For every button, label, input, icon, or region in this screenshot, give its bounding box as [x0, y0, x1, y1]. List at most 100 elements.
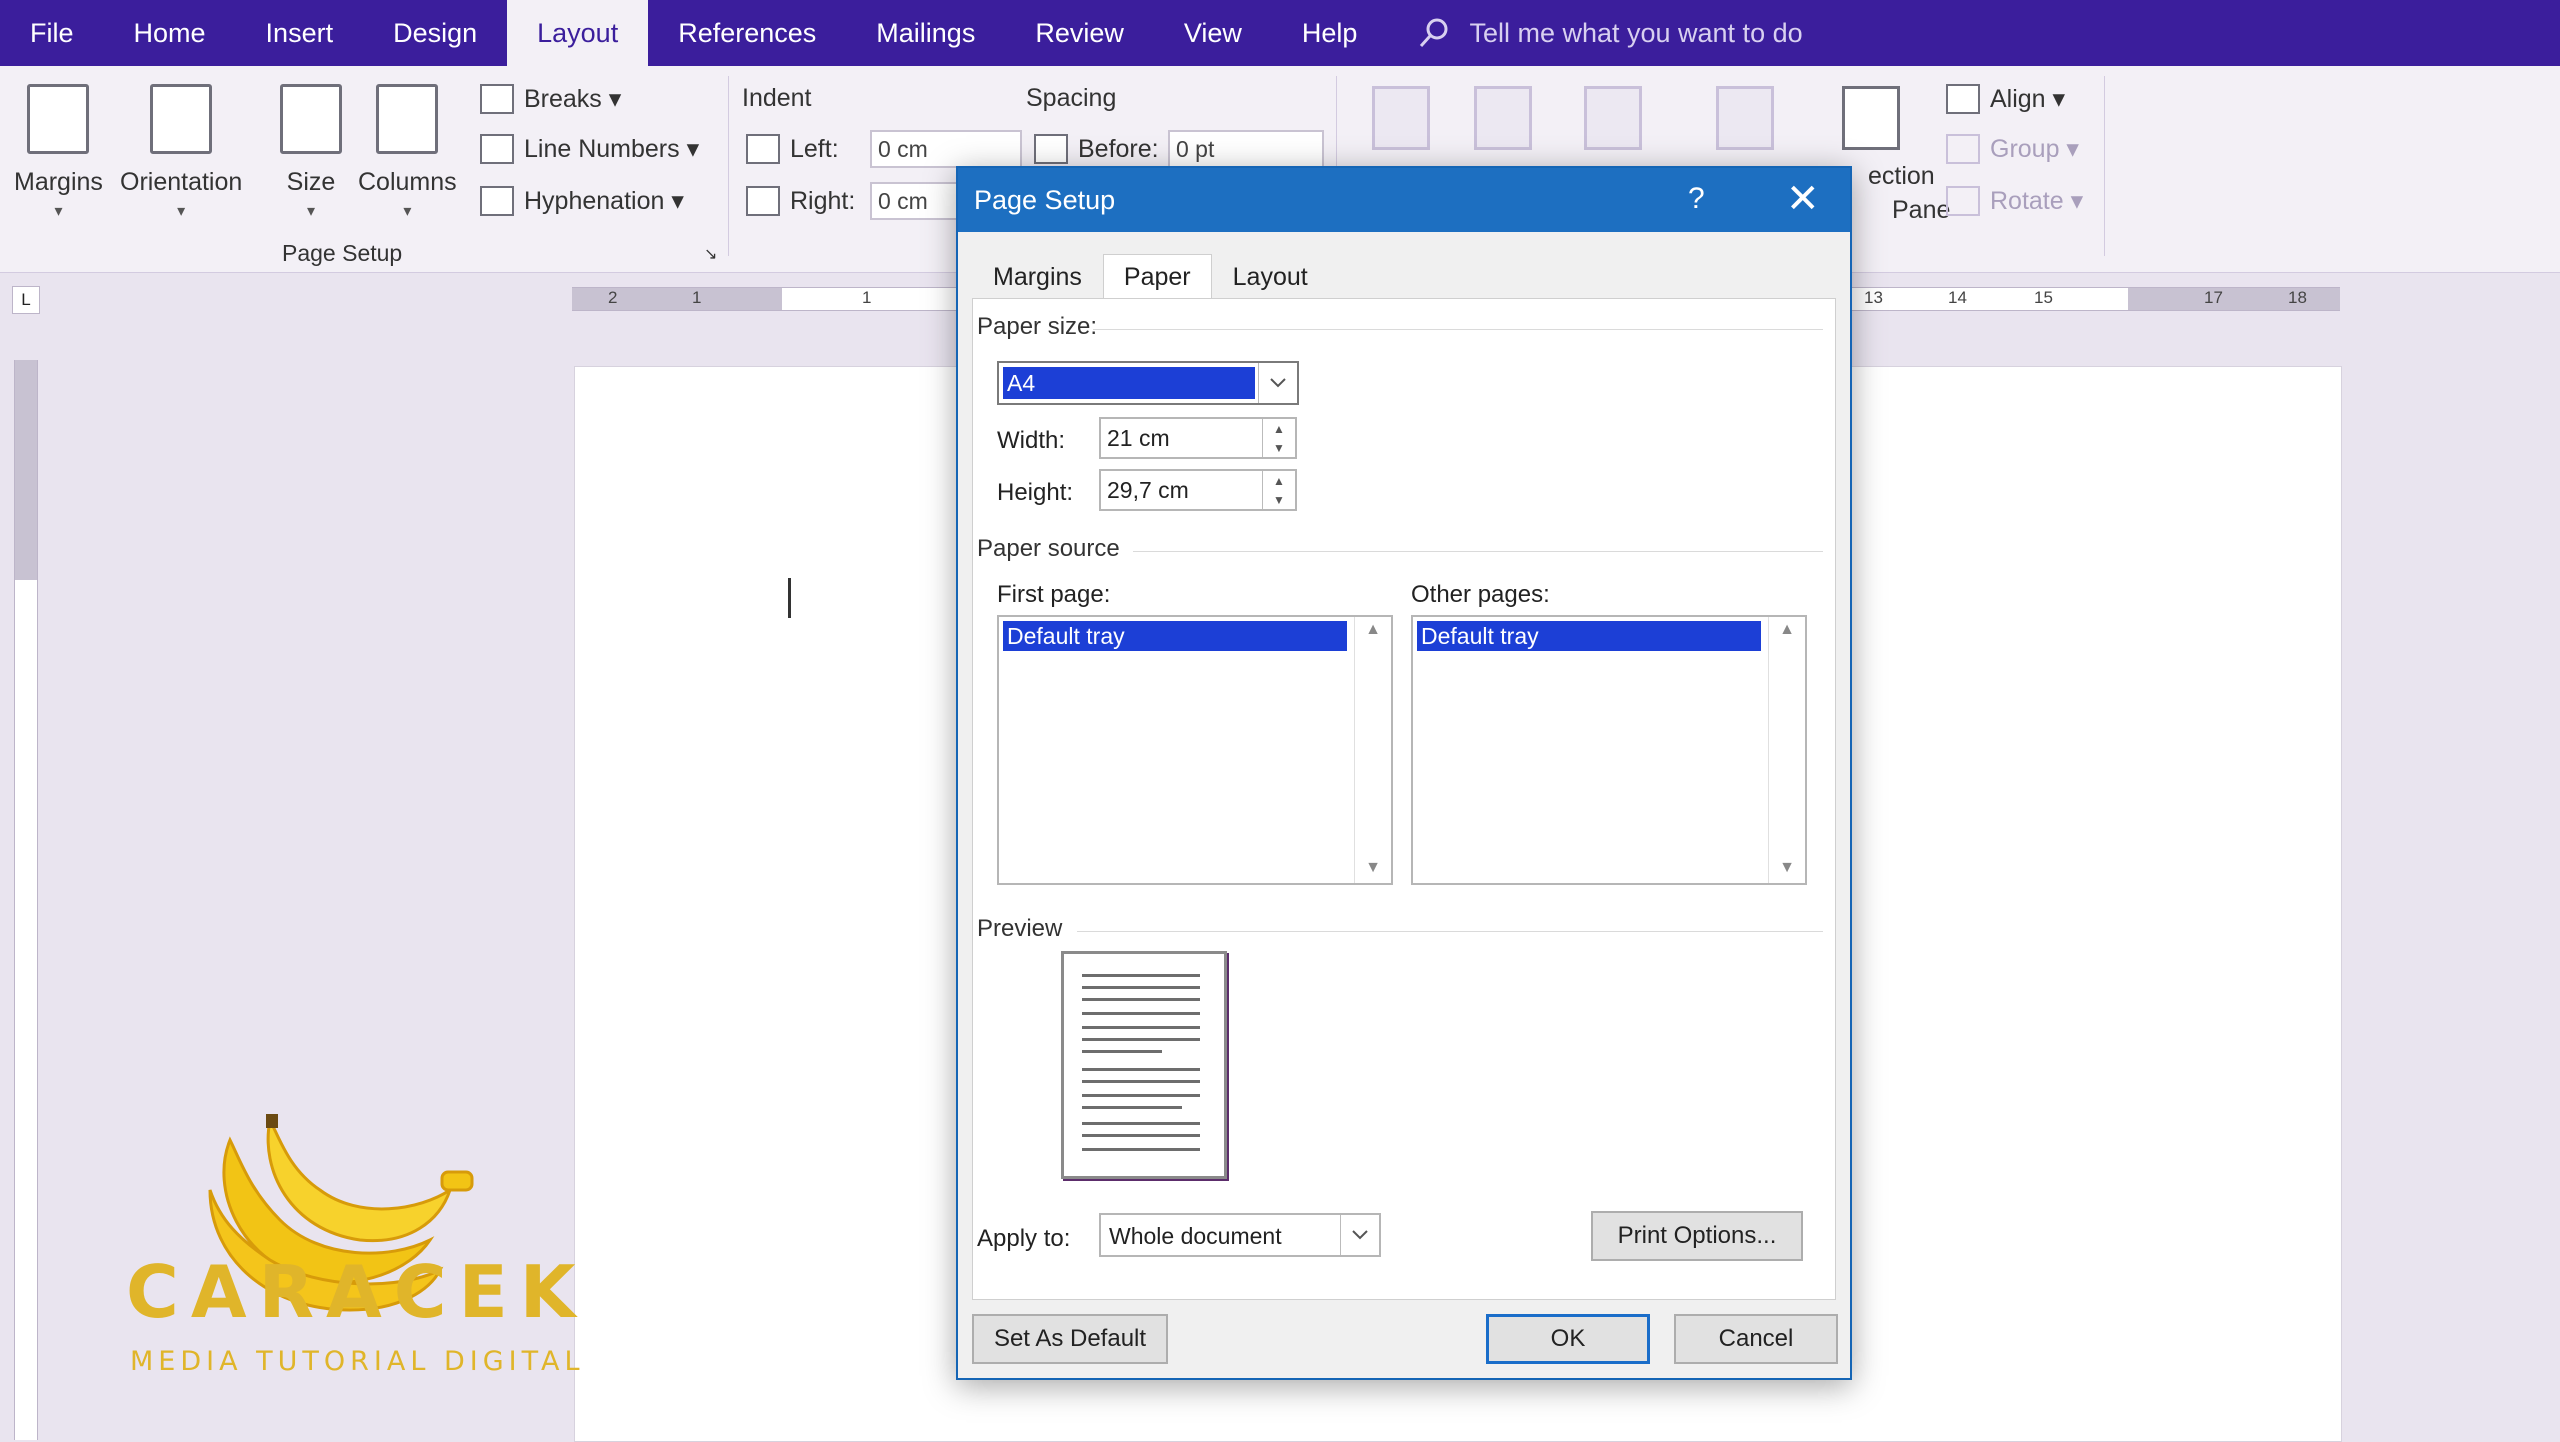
- menu-insert[interactable]: Insert: [236, 0, 364, 66]
- height-spinner[interactable]: ▲ ▼: [1262, 471, 1295, 509]
- line-numbers-label: Line Numbers: [524, 134, 680, 163]
- apply-to-select[interactable]: Whole document: [1099, 1213, 1381, 1257]
- paper-size-label: Paper size:: [977, 313, 1098, 340]
- width-field[interactable]: 21 cm ▲ ▼: [1099, 417, 1297, 459]
- preview-line: [1082, 1038, 1200, 1041]
- tab-paper[interactable]: Paper: [1102, 254, 1212, 299]
- tell-me-search[interactable]: Tell me what you want to do: [1417, 16, 1803, 50]
- hyphenation-button[interactable]: Hyphenation ▾: [480, 186, 684, 216]
- dialog-title: Page Setup: [974, 184, 1116, 215]
- spacing-heading: Spacing: [1026, 84, 1117, 112]
- paper-size-value: A4: [1003, 367, 1255, 399]
- other-pages-scrollbar[interactable]: ▲ ▼: [1768, 617, 1805, 883]
- preview-line: [1082, 1094, 1200, 1097]
- close-icon[interactable]: ✕: [1786, 176, 1820, 222]
- watermark-subtitle: MEDIA TUTORIAL DIGITAL: [130, 1346, 585, 1377]
- menu-help[interactable]: Help: [1272, 0, 1388, 66]
- dialog-title-bar[interactable]: Page Setup ? ✕: [958, 168, 1850, 232]
- tab-margins[interactable]: Margins: [972, 254, 1103, 300]
- preview-line: [1082, 1080, 1200, 1083]
- group-button[interactable]: Group ▾: [1946, 134, 2079, 164]
- first-page-label: First page:: [997, 581, 1111, 608]
- height-field[interactable]: 29,7 cm ▲ ▼: [1099, 469, 1297, 511]
- dialog-tabs: Margins Paper Layout: [972, 254, 1329, 300]
- tab-selector[interactable]: L: [12, 286, 40, 314]
- spacing-before-field[interactable]: 0 pt: [1168, 130, 1324, 168]
- align-label: Align: [1990, 84, 2046, 113]
- selection-pane-label-1[interactable]: ection: [1868, 162, 1935, 191]
- first-page-list[interactable]: Default tray ▲ ▼: [997, 615, 1393, 885]
- page-setup-launcher-icon[interactable]: ↘: [704, 244, 717, 264]
- scroll-up-icon[interactable]: ▲: [1769, 621, 1805, 639]
- indent-left-field[interactable]: 0 cm: [870, 130, 1022, 168]
- margins-label: Margins: [14, 168, 103, 196]
- chevron-down-icon[interactable]: [1340, 1215, 1379, 1255]
- indent-left-label: Left:: [790, 134, 839, 163]
- ok-button[interactable]: OK: [1486, 1314, 1650, 1364]
- set-as-default-button[interactable]: Set As Default: [972, 1314, 1168, 1364]
- page-setup-dialog: Page Setup ? ✕ Margins Paper Layout Pape…: [956, 166, 1852, 1380]
- menu-home[interactable]: Home: [104, 0, 236, 66]
- hyphenation-icon: [480, 186, 514, 216]
- preview-line: [1082, 1050, 1162, 1053]
- line-numbers-icon: [480, 134, 514, 164]
- ruler-tick: 1: [692, 288, 702, 307]
- selection-pane-label-2[interactable]: Pane: [1892, 196, 1950, 225]
- columns-button[interactable]: Columns ▾: [358, 84, 457, 221]
- other-pages-list[interactable]: Default tray ▲ ▼: [1411, 615, 1807, 885]
- search-icon: [1420, 18, 1448, 48]
- indent-right-label-wrap: Right:: [746, 186, 855, 216]
- position-icon: [1372, 86, 1430, 150]
- first-page-scrollbar[interactable]: ▲ ▼: [1354, 617, 1391, 883]
- spacing-before-label: Before:: [1078, 134, 1159, 163]
- preview-line: [1082, 974, 1200, 977]
- help-icon[interactable]: ?: [1688, 182, 1705, 216]
- orientation-button[interactable]: Orientation ▾: [120, 84, 242, 221]
- menu-references[interactable]: References: [648, 0, 846, 66]
- tab-layout[interactable]: Layout: [1212, 254, 1329, 300]
- ruler-tick: 1: [862, 288, 872, 307]
- chevron-down-icon: ▾: [54, 203, 63, 220]
- preview-line: [1082, 1068, 1200, 1071]
- breaks-button[interactable]: Breaks ▾: [480, 84, 621, 114]
- paper-source-label: Paper source: [977, 535, 1120, 562]
- align-button[interactable]: Align ▾: [1946, 84, 2065, 114]
- scroll-up-icon[interactable]: ▲: [1355, 621, 1391, 639]
- breaks-icon: [480, 84, 514, 114]
- scroll-down-icon[interactable]: ▼: [1355, 859, 1391, 877]
- group-label: Group: [1990, 134, 2060, 163]
- width-spinner[interactable]: ▲ ▼: [1262, 419, 1295, 457]
- preview-line: [1082, 1106, 1182, 1109]
- size-button[interactable]: Size ▾: [280, 84, 342, 221]
- first-page-selected-item[interactable]: Default tray: [1003, 621, 1347, 651]
- menu-file[interactable]: File: [0, 0, 104, 66]
- line-numbers-button[interactable]: Line Numbers ▾: [480, 134, 699, 164]
- rotate-button[interactable]: Rotate ▾: [1946, 186, 2083, 216]
- bring-forward-icon: [1584, 86, 1642, 150]
- menu-mailings[interactable]: Mailings: [846, 0, 1005, 66]
- ruler-margin-top: [15, 360, 37, 580]
- spacing-before-icon: [1034, 134, 1068, 164]
- indent-left-label-wrap: Left:: [746, 134, 839, 164]
- margins-button[interactable]: Margins ▾: [14, 84, 103, 221]
- print-options-button[interactable]: Print Options...: [1591, 1211, 1803, 1261]
- indent-left-icon: [746, 134, 780, 164]
- tell-me-text: Tell me what you want to do: [1469, 17, 1803, 48]
- paper-size-select[interactable]: A4: [997, 361, 1299, 405]
- ruler-tick: 17: [2204, 288, 2223, 307]
- cancel-button[interactable]: Cancel: [1674, 1314, 1838, 1364]
- ruler-tick: 13: [1864, 288, 1883, 307]
- chevron-down-icon[interactable]: [1258, 363, 1297, 403]
- indent-right-icon: [746, 186, 780, 216]
- other-pages-selected-item[interactable]: Default tray: [1417, 621, 1761, 651]
- menu-design[interactable]: Design: [363, 0, 507, 66]
- menu-layout[interactable]: Layout: [507, 0, 649, 66]
- menu-review[interactable]: Review: [1005, 0, 1154, 66]
- vertical-ruler[interactable]: [14, 360, 38, 1440]
- menu-view[interactable]: View: [1154, 0, 1272, 66]
- scroll-down-icon[interactable]: ▼: [1769, 859, 1805, 877]
- ruler-tick: 15: [2034, 288, 2053, 307]
- chevron-down-icon: ▾: [403, 203, 412, 220]
- section-divider: [1077, 931, 1823, 932]
- page-setup-group-label: Page Setup: [282, 240, 403, 266]
